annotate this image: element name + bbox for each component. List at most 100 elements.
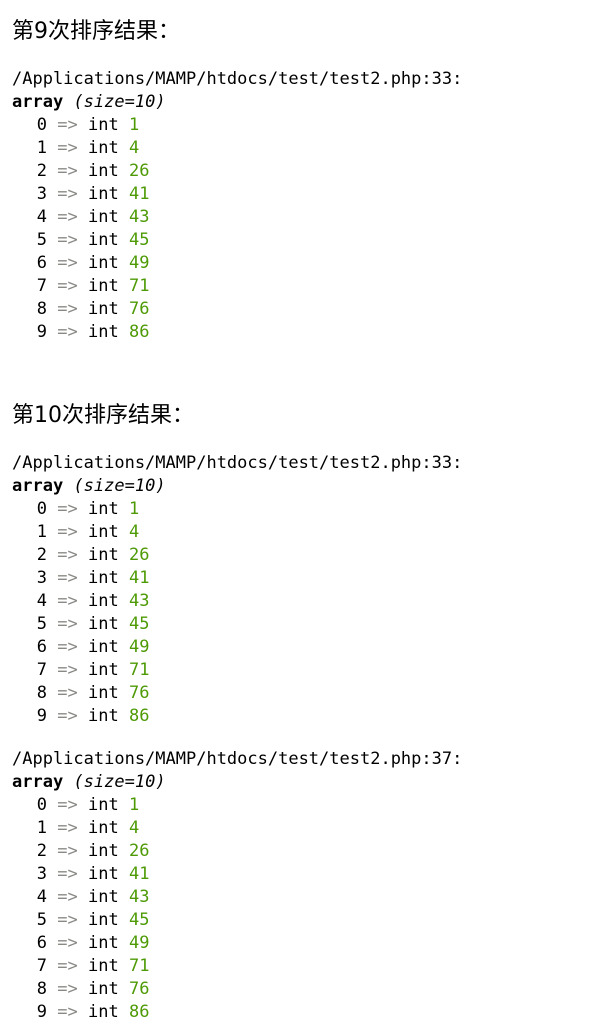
array-item-row: 4 => int 43	[12, 886, 462, 909]
var-dump-block: /Applications/MAMP/htdocs/test/test2.php…	[12, 68, 462, 344]
arrow-operator: =>	[57, 115, 78, 135]
value-type: int	[87, 818, 119, 838]
array-value: 71	[128, 956, 150, 976]
array-item-row: 1 => int 4	[12, 521, 462, 544]
array-value: 86	[128, 1002, 150, 1022]
array-item-row: 5 => int 45	[12, 909, 462, 932]
array-index: 6	[36, 253, 47, 273]
array-item-row: 2 => int 26	[12, 160, 462, 183]
array-item-row: 4 => int 43	[12, 206, 462, 229]
array-item-row: 7 => int 71	[12, 955, 462, 978]
array-item-row: 9 => int 86	[12, 1001, 462, 1024]
value-type: int	[87, 276, 119, 296]
array-value: 49	[128, 253, 150, 273]
arrow-operator: =>	[57, 841, 78, 861]
arrow-operator: =>	[57, 795, 78, 815]
array-index: 8	[36, 979, 47, 999]
array-item-row: 5 => int 45	[12, 613, 462, 636]
arrow-operator: =>	[57, 614, 78, 634]
arrow-operator: =>	[57, 299, 78, 319]
value-type: int	[87, 184, 119, 204]
value-type: int	[87, 979, 119, 999]
arrow-operator: =>	[57, 591, 78, 611]
arrow-operator: =>	[57, 568, 78, 588]
array-item-row: 7 => int 71	[12, 659, 462, 682]
dump-array-header: array (size=10)	[12, 91, 462, 114]
array-index: 8	[36, 299, 47, 319]
value-type: int	[87, 614, 119, 634]
array-index: 2	[36, 841, 47, 861]
array-index: 4	[36, 887, 47, 907]
array-value: 71	[128, 660, 150, 680]
array-value: 26	[128, 545, 150, 565]
value-type: int	[87, 207, 119, 227]
array-index: 6	[36, 637, 47, 657]
array-value: 4	[128, 818, 140, 838]
array-index: 6	[36, 933, 47, 953]
dump-array-header: array (size=10)	[12, 771, 462, 794]
array-item-row: 0 => int 1	[12, 498, 462, 521]
dump-file-path: /Applications/MAMP/htdocs/test/test2.php…	[12, 453, 463, 473]
array-value: 4	[128, 138, 140, 158]
arrow-operator: =>	[57, 979, 78, 999]
arrow-operator: =>	[57, 522, 78, 542]
array-index: 4	[36, 591, 47, 611]
array-index: 3	[36, 864, 47, 884]
array-item-row: 7 => int 71	[12, 275, 462, 298]
arrow-operator: =>	[57, 910, 78, 930]
value-type: int	[87, 706, 119, 726]
arrow-operator: =>	[57, 184, 78, 204]
value-type: int	[87, 660, 119, 680]
array-value: 45	[128, 910, 150, 930]
dump-items: 0 => int 11 => int 42 => int 26 3 => int …	[12, 114, 462, 344]
value-type: int	[87, 887, 119, 907]
value-type: int	[87, 299, 119, 319]
array-item-row: 0 => int 1	[12, 794, 462, 817]
value-type: int	[87, 933, 119, 953]
array-value: 4	[128, 522, 140, 542]
array-value: 1	[128, 115, 140, 135]
array-value: 43	[128, 207, 150, 227]
array-index: 3	[36, 184, 47, 204]
value-type: int	[87, 591, 119, 611]
array-size: (size=10)	[73, 772, 166, 792]
array-item-row: 8 => int 76	[12, 978, 462, 1001]
array-value: 76	[128, 299, 150, 319]
array-index: 0	[36, 499, 47, 519]
arrow-operator: =>	[57, 322, 78, 342]
dump-file-path: /Applications/MAMP/htdocs/test/test2.php…	[12, 69, 463, 89]
array-item-row: 1 => int 4	[12, 137, 462, 160]
arrow-operator: =>	[57, 253, 78, 273]
array-index: 0	[36, 795, 47, 815]
array-value: 49	[128, 637, 150, 657]
var-dump-block: /Applications/MAMP/htdocs/test/test2.php…	[12, 748, 462, 1024]
array-index: 8	[36, 683, 47, 703]
array-value: 26	[128, 161, 150, 181]
dump-items: 0 => int 11 => int 42 => int 26 3 => int …	[12, 498, 462, 728]
array-index: 9	[36, 706, 47, 726]
array-value: 86	[128, 706, 150, 726]
arrow-operator: =>	[57, 887, 78, 907]
array-item-row: 9 => int 86	[12, 321, 462, 344]
value-type: int	[87, 864, 119, 884]
array-index: 9	[36, 322, 47, 342]
arrow-operator: =>	[57, 706, 78, 726]
array-index: 5	[36, 614, 47, 634]
array-value: 1	[128, 499, 140, 519]
value-type: int	[87, 115, 119, 135]
array-index: 7	[36, 956, 47, 976]
array-index: 5	[36, 230, 47, 250]
array-index: 9	[36, 1002, 47, 1022]
array-item-row: 8 => int 76	[12, 682, 462, 705]
value-type: int	[87, 230, 119, 250]
array-item-row: 0 => int 1	[12, 114, 462, 137]
array-value: 43	[128, 887, 150, 907]
array-item-row: 4 => int 43	[12, 590, 462, 613]
array-item-row: 2 => int 26	[12, 544, 462, 567]
array-index: 1	[36, 522, 47, 542]
array-item-row: 3 => int 41	[12, 567, 462, 590]
array-value: 45	[128, 614, 150, 634]
arrow-operator: =>	[57, 683, 78, 703]
array-item-row: 8 => int 76	[12, 298, 462, 321]
arrow-operator: =>	[57, 956, 78, 976]
